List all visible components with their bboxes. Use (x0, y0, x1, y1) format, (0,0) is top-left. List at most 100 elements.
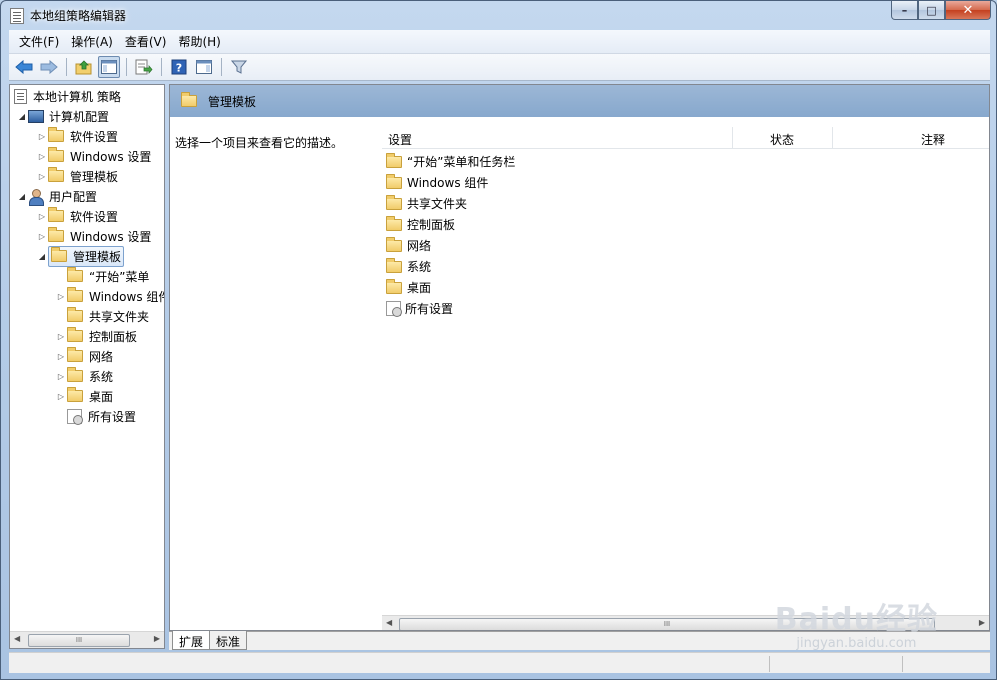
tree-item-user-windows-settings[interactable]: ▷ Windows 设置 (36, 226, 151, 246)
tree-item-label: 管理模板 (70, 169, 119, 184)
tree-item-all-settings[interactable]: 所有设置 (55, 406, 136, 426)
tree-item-windows-settings[interactable]: ▷ Windows 设置 (36, 146, 151, 166)
tree-item-control-panel[interactable]: ▷ 控制面板 (55, 326, 137, 346)
status-divider (902, 656, 903, 672)
scroll-left-icon[interactable]: ◀ (386, 618, 392, 627)
status-bar (9, 652, 990, 673)
folder-icon (386, 278, 402, 294)
close-button[interactable]: ✕ (945, 1, 991, 20)
up-folder-icon[interactable] (73, 56, 95, 78)
title-bar[interactable]: 本地组策略编辑器 – □ ✕ (1, 1, 996, 30)
details-header: 管理模板 (170, 85, 989, 117)
list-item-label: 系统 (407, 260, 432, 274)
toolbar-separator (126, 58, 127, 76)
toolbar: ? (9, 54, 990, 81)
list-item[interactable]: 所有设置 (386, 298, 453, 319)
column-setting[interactable]: 设置 (388, 131, 412, 148)
scroll-left-icon[interactable]: ◀ (14, 634, 20, 643)
tree-item-desktop[interactable]: ▷ 桌面 (55, 386, 113, 406)
expand-arrow-icon[interactable]: ▷ (55, 332, 67, 341)
tree-item-software-settings[interactable]: ▷ 软件设置 (36, 126, 118, 146)
column-comment[interactable]: 注释 (921, 131, 945, 148)
column-divider[interactable] (832, 127, 833, 149)
list-item[interactable]: 系统 (386, 256, 431, 277)
tree-item-user-admin-templates[interactable]: ◢ 管理模板 (36, 245, 125, 267)
export-list-icon[interactable] (133, 56, 155, 78)
list-item[interactable]: 桌面 (386, 277, 431, 298)
collapse-arrow-icon[interactable]: ◢ (36, 252, 48, 261)
tree-item-network[interactable]: ▷ 网络 (55, 346, 113, 366)
expand-arrow-icon[interactable]: ▷ (55, 352, 67, 361)
folder-icon (67, 387, 83, 402)
tree-item-root[interactable]: 本地计算机 策略 (14, 86, 121, 106)
tree-item-user-config[interactable]: ◢ 用户配置 (16, 186, 97, 206)
back-icon[interactable] (13, 56, 35, 78)
tree-item-label: Windows 组件 (89, 289, 165, 304)
view-tabs: 扩展 标准 (169, 631, 990, 650)
collapse-arrow-icon[interactable]: ◢ (16, 192, 28, 201)
list-item[interactable]: 共享文件夹 (386, 193, 467, 214)
scrollbar-thumb[interactable]: III (399, 618, 935, 630)
forward-icon[interactable] (38, 56, 60, 78)
settings-list[interactable]: 设置 状态 注释 “开始”菜单和任务栏 Windows 组件 共享文件夹 控制面… (382, 117, 989, 630)
user-icon (28, 188, 44, 206)
list-item-label: Windows 组件 (407, 176, 489, 190)
app-icon (10, 8, 24, 24)
list-item[interactable]: 网络 (386, 235, 431, 256)
menu-view[interactable]: 查看(V) (119, 33, 173, 50)
tree-selection[interactable]: 管理模板 (48, 245, 125, 267)
tree-item-label: 用户配置 (49, 189, 98, 204)
expand-arrow-icon[interactable]: ▷ (36, 152, 48, 161)
status-divider (769, 656, 770, 672)
maximize-button[interactable]: □ (918, 1, 945, 20)
menu-action[interactable]: 操作(A) (65, 33, 119, 50)
expand-arrow-icon[interactable]: ▷ (36, 212, 48, 221)
tree-horizontal-scrollbar[interactable]: ◀ III ▶ (10, 631, 164, 648)
details-pane: 管理模板 选择一个项目来查看它的描述。 设置 状态 注释 “开始”菜单和任务栏 … (169, 84, 990, 631)
column-divider[interactable] (732, 127, 733, 149)
expand-arrow-icon[interactable]: ▷ (36, 132, 48, 141)
tree-item-admin-templates[interactable]: ▷ 管理模板 (36, 166, 118, 186)
list-item[interactable]: 控制面板 (386, 214, 455, 235)
menu-file[interactable]: 文件(F) (13, 33, 65, 50)
expand-arrow-icon[interactable]: ▷ (36, 172, 48, 181)
scroll-right-icon[interactable]: ▶ (154, 634, 160, 643)
list-horizontal-scrollbar[interactable]: ◀ III ▶ (382, 615, 989, 630)
tree-item-label: 管理模板 (73, 249, 122, 264)
expand-arrow-icon[interactable]: ▷ (55, 292, 67, 301)
folder-icon (386, 173, 402, 189)
show-hide-action-pane-icon[interactable] (193, 56, 215, 78)
tree-item-shared-folders[interactable]: 共享文件夹 (55, 306, 149, 326)
tree-item-computer-config[interactable]: ◢ 计算机配置 (16, 106, 109, 126)
caption-buttons: – □ ✕ (891, 1, 991, 20)
filter-icon[interactable] (228, 56, 250, 78)
scrollbar-thumb[interactable]: III (28, 634, 130, 647)
tree-item-start-menu[interactable]: “开始”菜单 (55, 266, 149, 286)
tree-item-user-software-settings[interactable]: ▷ 软件设置 (36, 206, 118, 226)
tab-standard[interactable]: 标准 (209, 631, 248, 650)
list-item[interactable]: Windows 组件 (386, 172, 488, 193)
folder-icon (67, 307, 83, 322)
tree-pane[interactable]: 本地计算机 策略 ◢ 计算机配置 ▷ 软件设置 ▷ Windows 设置 ▷ 管… (9, 84, 165, 649)
show-hide-tree-icon[interactable] (98, 56, 120, 78)
expand-arrow-icon[interactable]: ▷ (55, 392, 67, 401)
minimize-button[interactable]: – (891, 1, 918, 20)
list-item-label: 网络 (407, 239, 432, 253)
list-item[interactable]: “开始”菜单和任务栏 (386, 151, 515, 172)
tab-extended[interactable]: 扩展 (172, 631, 211, 650)
collapse-arrow-icon[interactable]: ◢ (16, 112, 28, 121)
menu-help[interactable]: 帮助(H) (172, 33, 226, 50)
svg-text:?: ? (176, 62, 182, 75)
tree-item-system[interactable]: ▷ 系统 (55, 366, 113, 386)
column-status[interactable]: 状态 (770, 131, 794, 148)
expand-arrow-icon[interactable]: ▷ (36, 232, 48, 241)
folder-icon (386, 215, 402, 231)
help-icon[interactable]: ? (168, 56, 190, 78)
all-settings-icon (386, 301, 402, 317)
tree-item-windows-components[interactable]: ▷ Windows 组件 (55, 286, 165, 306)
column-header: 设置 状态 注释 (382, 127, 989, 149)
expand-arrow-icon[interactable]: ▷ (55, 372, 67, 381)
description-area: 选择一个项目来查看它的描述。 (170, 117, 382, 630)
scroll-right-icon[interactable]: ▶ (979, 618, 985, 627)
folder-icon (48, 127, 64, 142)
